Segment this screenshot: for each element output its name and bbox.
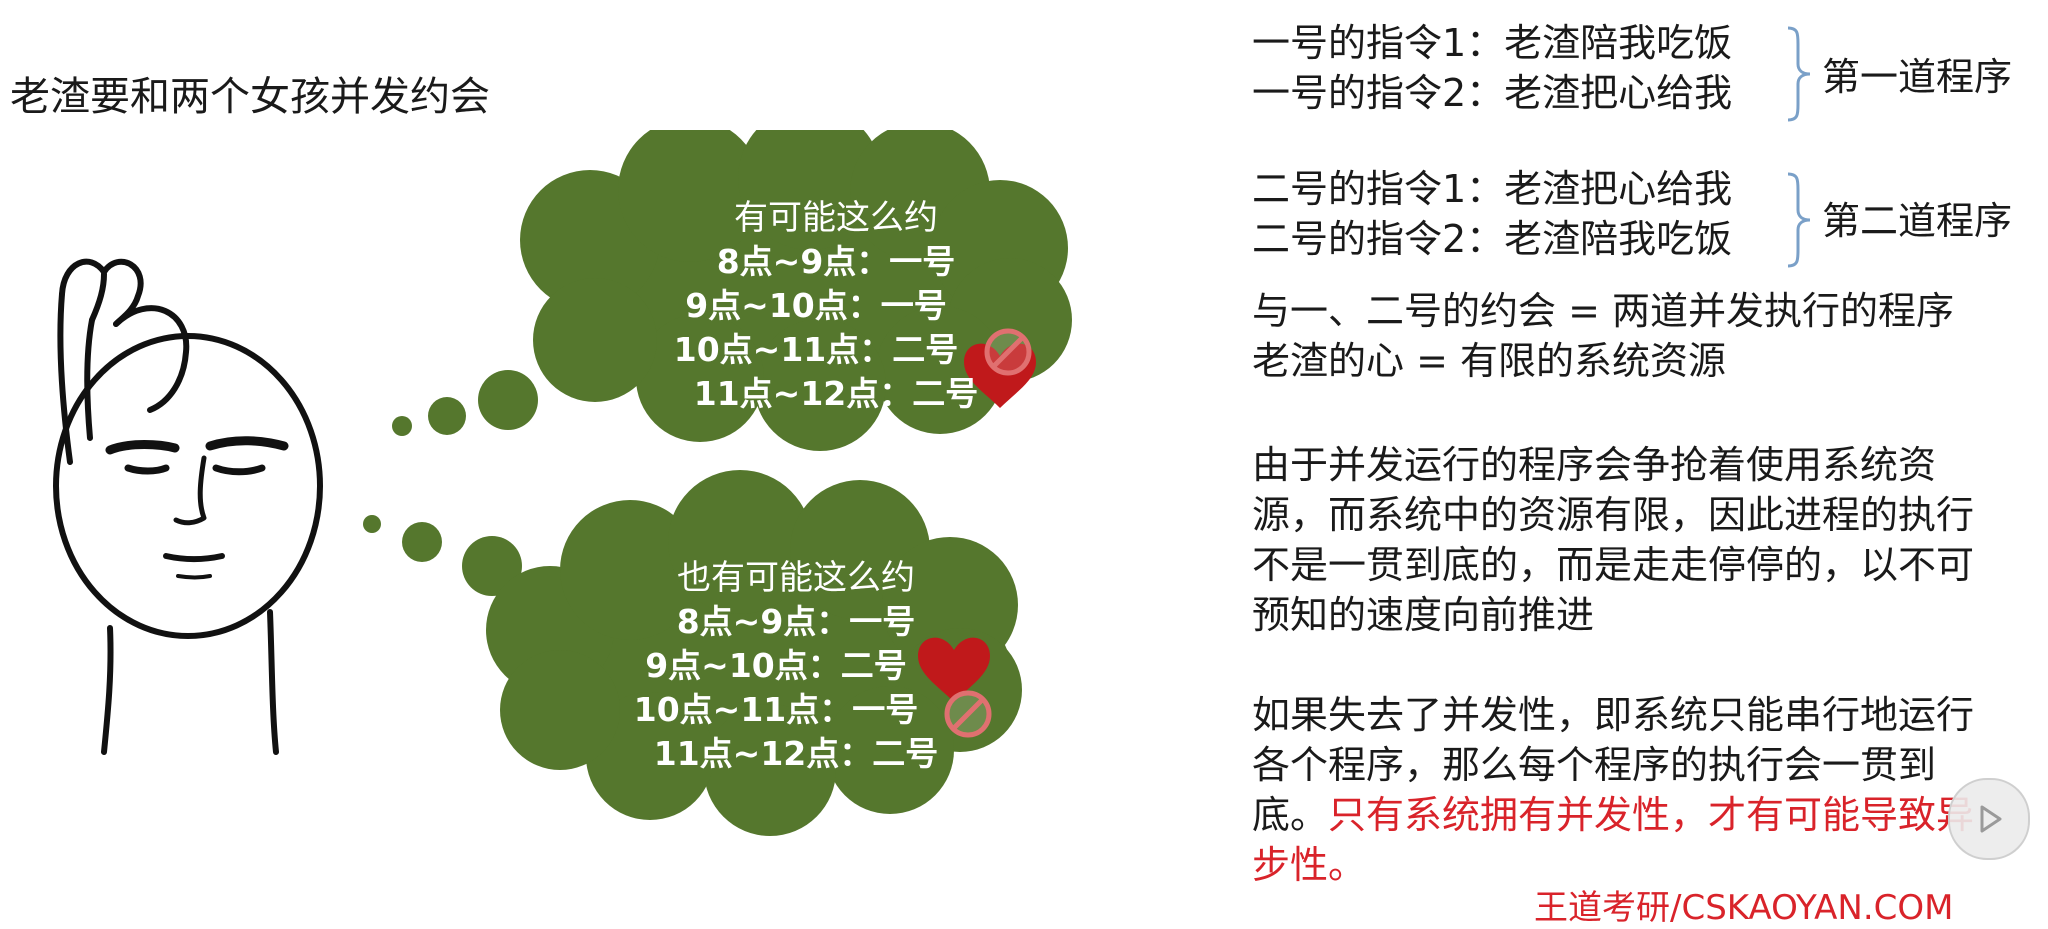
instruction-line: 二号的指令1：老渣把心给我 (1252, 167, 1733, 211)
highlighted-conclusion: 只有系统拥有并发性，才有可能导致异步性。 (1252, 793, 1975, 887)
program-1-instructions: 一号的指令1：老渣陪我吃饭 一号的指令2：老渣把心给我 (1252, 18, 1732, 118)
footer-watermark: 王道考研/CSKAOYAN.COM (1534, 888, 1954, 928)
play-button[interactable] (1948, 778, 2030, 860)
instruction-line: 二号的指令2：老渣陪我吃饭 (1252, 217, 1733, 261)
cloud-2-schedule: 也有可能这么约 8点~9点：一号 9点~10点：二号 10点~11点：一号 11… (596, 556, 996, 776)
explanation-paragraph-1: 由于并发运行的程序会争抢着使用系统资源，而系统中的资源有限，因此进程的执行不是一… (1252, 443, 1975, 637)
schedule-row: 8点~9点：一号 (676, 602, 916, 641)
schedule-row: 9点~10点：二号 (645, 646, 907, 685)
right-brace-icon (1787, 172, 1811, 268)
instruction-line: 一号的指令2：老渣把心给我 (1252, 71, 1733, 115)
schedule-row: 8点~9点：一号 (716, 242, 956, 281)
program-1-label: 第一道程序 (1822, 55, 2013, 99)
thought-bubble-small (392, 416, 412, 436)
schedule-row: 11点~12点：二号 (693, 374, 979, 413)
equivalence-line: 老渣的心 = 有限的系统资源 (1252, 339, 1726, 383)
instruction-line: 一号的指令1：老渣陪我吃饭 (1252, 21, 1733, 65)
schedule-row: 10点~11点：二号 (673, 330, 959, 369)
schedule-row: 9点~10点：一号 (685, 286, 947, 325)
equivalences: 与一、二号的约会 = 两道并发执行的程序 老渣的心 = 有限的系统资源 (1252, 286, 1954, 386)
cloud-1-schedule: 有可能这么约 8点~9点：一号 9点~10点：一号 10点~11点：二号 11点… (636, 196, 1036, 416)
meme-face-illustration (53, 258, 323, 755)
schedule-row: 11点~12点：二号 (653, 734, 939, 773)
program-2-label: 第二道程序 (1822, 199, 2013, 243)
thought-bubble-medium (402, 522, 442, 562)
thought-bubble-small (363, 515, 381, 533)
thought-bubble-large (478, 370, 538, 430)
slide-title: 老渣要和两个女孩并发约会 (10, 74, 490, 120)
cloud-1-heading: 有可能这么约 (734, 198, 938, 238)
schedule-row: 10点~11点：一号 (633, 690, 919, 729)
explanation-paragraph-2: 如果失去了并发性，即系统只能串行地运行各个程序，那么每个程序的执行会一贯到底。只… (1252, 690, 1982, 890)
thought-bubble-medium (428, 397, 466, 435)
equivalence-line: 与一、二号的约会 = 两道并发执行的程序 (1252, 289, 1954, 333)
right-brace-icon (1787, 26, 1811, 122)
cloud-2-heading: 也有可能这么约 (677, 558, 915, 598)
program-2-instructions: 二号的指令1：老渣把心给我 二号的指令2：老渣陪我吃饭 (1252, 164, 1732, 264)
play-icon (1980, 805, 2002, 833)
